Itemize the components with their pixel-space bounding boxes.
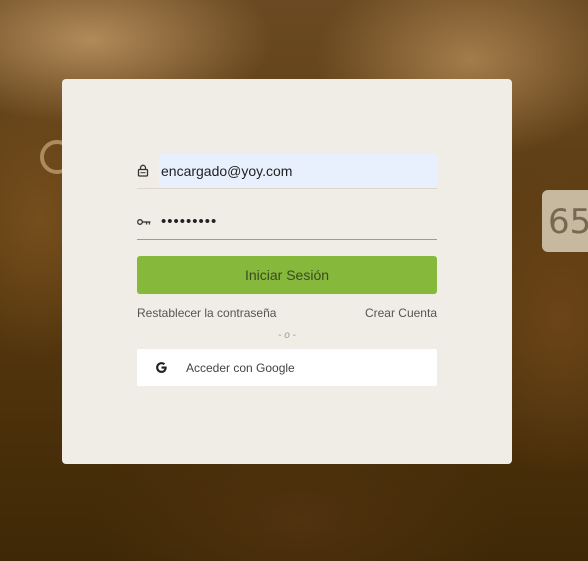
create-account-link[interactable]: Crear Cuenta [365, 306, 437, 320]
key-icon [137, 218, 159, 226]
background-ear-tag: 65 [542, 190, 588, 252]
google-signin-button[interactable]: Acceder con Google [137, 349, 437, 386]
email-input[interactable] [159, 153, 437, 188]
password-field [137, 204, 437, 240]
email-field [137, 153, 437, 189]
login-button[interactable]: Iniciar Sesión [137, 256, 437, 294]
google-icon [137, 361, 186, 374]
or-divider: - o - [278, 330, 296, 341]
google-signin-label: Acceder con Google [186, 360, 295, 375]
password-input[interactable] [159, 204, 437, 239]
auth-links: Restablecer la contraseña Crear Cuenta [137, 306, 437, 320]
reset-password-link[interactable]: Restablecer la contraseña [137, 306, 276, 320]
login-form: Iniciar Sesión Restablecer la contraseña… [137, 153, 437, 386]
lock-icon [137, 164, 159, 177]
login-card: Iniciar Sesión Restablecer la contraseña… [62, 79, 512, 464]
